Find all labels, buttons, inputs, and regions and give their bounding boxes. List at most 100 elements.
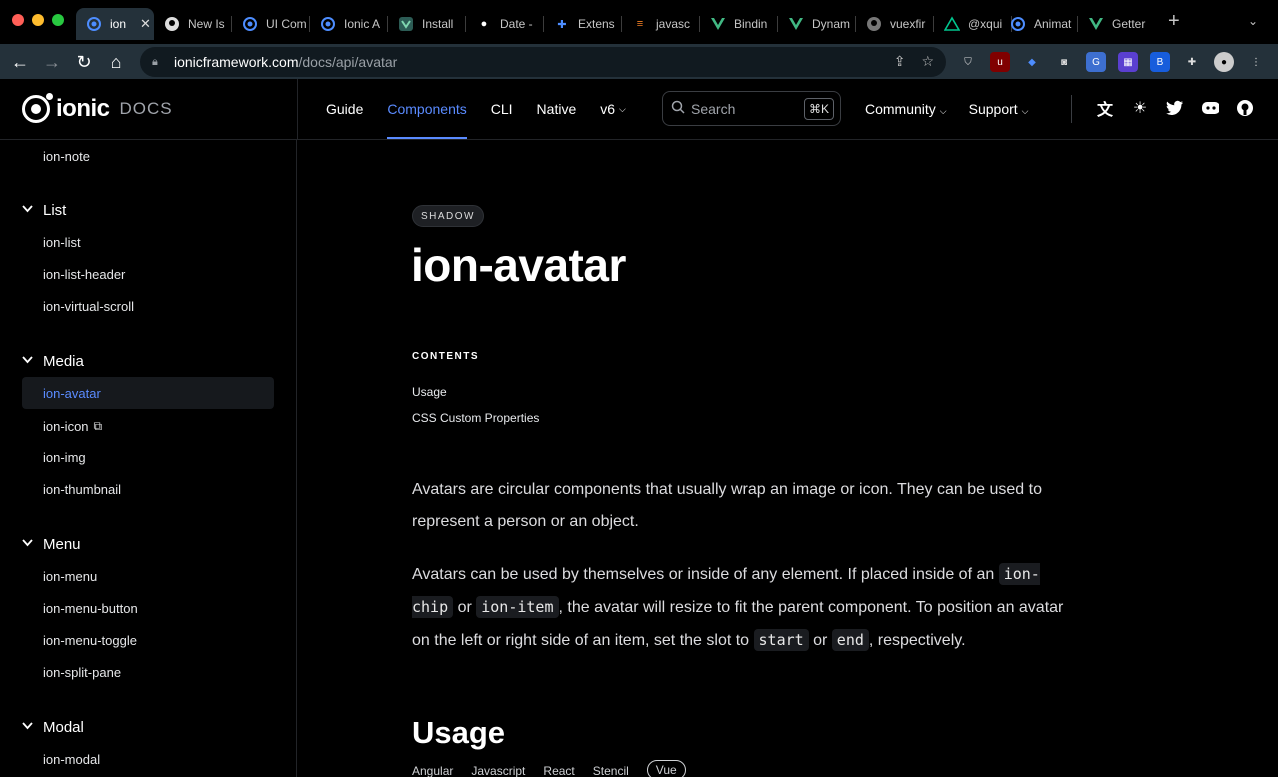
tab-label: Dynam: [812, 17, 851, 31]
minimize-window-button[interactable]: [32, 14, 44, 26]
bird-icon: ●: [480, 18, 488, 30]
support-dropdown[interactable]: Support ⌵: [969, 101, 1029, 117]
tab-search-chevron-icon[interactable]: ⌄: [1248, 14, 1258, 28]
back-arrow-icon[interactable]: ←: [8, 50, 32, 74]
bitwarden-icon[interactable]: B: [1150, 52, 1170, 72]
usage-paragraph: Avatars can be used by themselves or ins…: [412, 563, 1064, 651]
sidebar-item-ion-split-pane[interactable]: ion-split-pane: [22, 656, 274, 688]
ionic-logo-icon: [22, 93, 53, 123]
grid-extension-icon[interactable]: ▦: [1118, 52, 1138, 72]
tab-label: UI Com: [266, 17, 307, 31]
sidebar-item-ion-avatar[interactable]: ion-avatar: [22, 377, 274, 409]
search-shortcut-hint: ⌘K: [803, 98, 834, 120]
search-placeholder: Search: [691, 100, 736, 117]
main-content: SHADOW ion-avatar CONTENTS Usage CSS Cus…: [298, 140, 1278, 777]
theme-sun-icon[interactable]: ☀: [1131, 98, 1149, 118]
camera-icon[interactable]: ◙: [1054, 52, 1074, 72]
sidebar-group-modal[interactable]: Modal: [22, 716, 84, 738]
discord-icon[interactable]: [1201, 98, 1219, 118]
tab-label: Extens: [578, 17, 615, 31]
close-tab-icon[interactable]: ✕: [140, 16, 151, 32]
browser-menu-icon[interactable]: ⋮: [1246, 52, 1266, 72]
language-translate-icon[interactable]: 文: [1096, 98, 1114, 119]
sidebar-item-ion-menu-button[interactable]: ion-menu-button: [22, 592, 274, 624]
tab-label: Install: [422, 17, 454, 31]
sidebar-item-ion-thumbnail[interactable]: ion-thumbnail: [22, 473, 274, 505]
version-dropdown[interactable]: v6 ⌵: [600, 79, 626, 139]
external-link-icon: ⧉: [93, 418, 103, 433]
toc-link-css-custom-properties[interactable]: CSS Custom Properties: [412, 411, 539, 425]
nav-native[interactable]: Native: [537, 79, 577, 139]
browser-tab[interactable]: ● Date -: [466, 8, 544, 40]
browser-tab[interactable]: ≡ javasc: [622, 8, 700, 40]
reload-icon[interactable]: ↻: [72, 50, 96, 74]
extension-blue-icon[interactable]: ◆: [1022, 52, 1042, 72]
profile-avatar-icon[interactable]: ●: [1214, 52, 1234, 72]
close-window-button[interactable]: [12, 14, 24, 26]
lock-icon: 🔒︎: [152, 55, 158, 68]
github-icon[interactable]: [1236, 98, 1254, 118]
browser-tab-active[interactable]: ion ✕: [76, 8, 154, 40]
nav-components[interactable]: Components: [387, 79, 468, 139]
ionic-docs-logo[interactable]: ionic DOCS: [22, 93, 173, 123]
nav-guide[interactable]: Guide: [326, 79, 363, 139]
tab-label: javasc: [656, 17, 691, 31]
sidebar-item-ion-modal[interactable]: ion-modal: [22, 743, 274, 775]
browser-tab[interactable]: Ionic A: [310, 8, 388, 40]
pocket-icon[interactable]: ⛉: [958, 52, 978, 72]
nav-cli[interactable]: CLI: [491, 79, 513, 139]
tab-react[interactable]: React: [543, 764, 574, 777]
sidebar-item-ion-menu[interactable]: ion-menu: [22, 560, 274, 592]
sidebar-group-menu[interactable]: Menu: [22, 533, 81, 555]
chevron-down-icon: [22, 538, 33, 550]
toc-link-usage[interactable]: Usage: [412, 385, 447, 399]
forward-arrow-icon[interactable]: →: [40, 50, 64, 74]
community-dropdown[interactable]: Community ⌵: [865, 101, 947, 117]
sidebar-item-ion-icon[interactable]: ion-icon ⧉: [22, 410, 274, 442]
inline-code: ion-item: [476, 596, 559, 618]
twitter-icon[interactable]: [1166, 98, 1184, 118]
ionic-icon: [320, 16, 336, 32]
tab-stencil[interactable]: Stencil: [593, 764, 629, 777]
browser-tab[interactable]: ✚ Extens: [544, 8, 622, 40]
home-icon[interactable]: ⌂: [104, 50, 128, 74]
translate-icon[interactable]: G: [1086, 52, 1106, 72]
new-tab-icon[interactable]: +: [1168, 11, 1180, 31]
tab-vue[interactable]: Vue: [646, 760, 686, 777]
browser-tab[interactable]: Animat: [1000, 8, 1078, 40]
usage-heading: Usage: [412, 715, 506, 750]
search-icon: [671, 100, 685, 117]
sidebar-item-ion-virtual-scroll[interactable]: ion-virtual-scroll: [22, 290, 274, 322]
browser-tab[interactable]: UI Com: [232, 8, 310, 40]
search-input[interactable]: Search ⌘K: [662, 91, 841, 126]
tab-javascript[interactable]: Javascript: [471, 764, 525, 777]
sidebar-item-ion-list[interactable]: ion-list: [22, 226, 274, 258]
chevron-down-icon: ⌵: [1021, 106, 1029, 116]
inline-code: start: [753, 629, 809, 651]
browser-tab[interactable]: New Is: [154, 8, 232, 40]
sidebar-item-ion-note[interactable]: ion-note: [22, 140, 274, 172]
github-icon: [866, 16, 882, 32]
tab-angular[interactable]: Angular: [412, 764, 453, 777]
sidebar-item-ion-menu-toggle[interactable]: ion-menu-toggle: [22, 624, 274, 656]
top-nav: Guide Components CLI Native v6 ⌵: [326, 79, 626, 139]
ionic-icon: [1010, 16, 1026, 32]
zoom-window-button[interactable]: [52, 14, 64, 26]
address-bar[interactable]: 🔒︎ ionicframework.com/docs/api/avatar ⇪ …: [140, 47, 946, 77]
browser-tab[interactable]: vuexfir: [856, 8, 934, 40]
browser-tab[interactable]: Dynam: [778, 8, 856, 40]
tab-label: @xqui: [968, 17, 1003, 31]
browser-tab[interactable]: Bindin: [700, 8, 778, 40]
share-icon[interactable]: ⇪: [894, 53, 906, 70]
browser-tab[interactable]: Getter: [1078, 8, 1156, 40]
sidebar-item-ion-list-header[interactable]: ion-list-header: [22, 258, 274, 290]
sidebar-group-list[interactable]: List: [22, 199, 66, 221]
sidebar-item-ion-img[interactable]: ion-img: [22, 441, 274, 473]
browser-tab[interactable]: Install: [388, 8, 466, 40]
extensions-puzzle-icon[interactable]: ✚: [1182, 52, 1202, 72]
sidebar-group-media[interactable]: Media: [22, 350, 84, 372]
ublock-icon[interactable]: u: [990, 52, 1010, 72]
logo-word: ionic: [56, 95, 110, 122]
bookmark-star-icon[interactable]: ☆: [921, 53, 934, 70]
shadow-badge: SHADOW: [412, 205, 484, 227]
